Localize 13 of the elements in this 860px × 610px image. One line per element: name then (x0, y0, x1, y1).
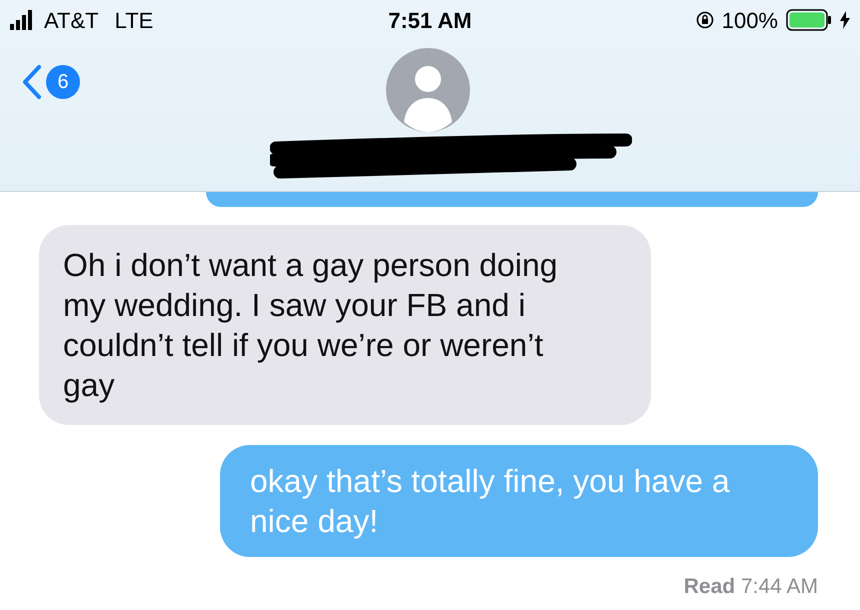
battery-text: 100% (722, 6, 778, 34)
network-text: LTE (114, 6, 154, 34)
chevron-left-icon (22, 64, 42, 100)
back-button[interactable]: 6 (22, 64, 80, 100)
message-bubble: okay that’s totally fine, you have a nice day! (220, 445, 818, 557)
clock-text: 7:51 AM (388, 6, 472, 34)
message-bubble: Oh i don’t want a gay person doing my wedding. I saw your FB and i couldn’t tell if you we’re or weren’t gay (39, 225, 651, 425)
rotation-lock-icon (696, 11, 714, 29)
read-receipt: Read 7:44 AM (684, 574, 818, 600)
unread-badge: 6 (46, 65, 80, 99)
carrier-text: AT&T (44, 6, 99, 34)
avatar-icon (386, 48, 470, 132)
battery-icon (786, 9, 832, 31)
